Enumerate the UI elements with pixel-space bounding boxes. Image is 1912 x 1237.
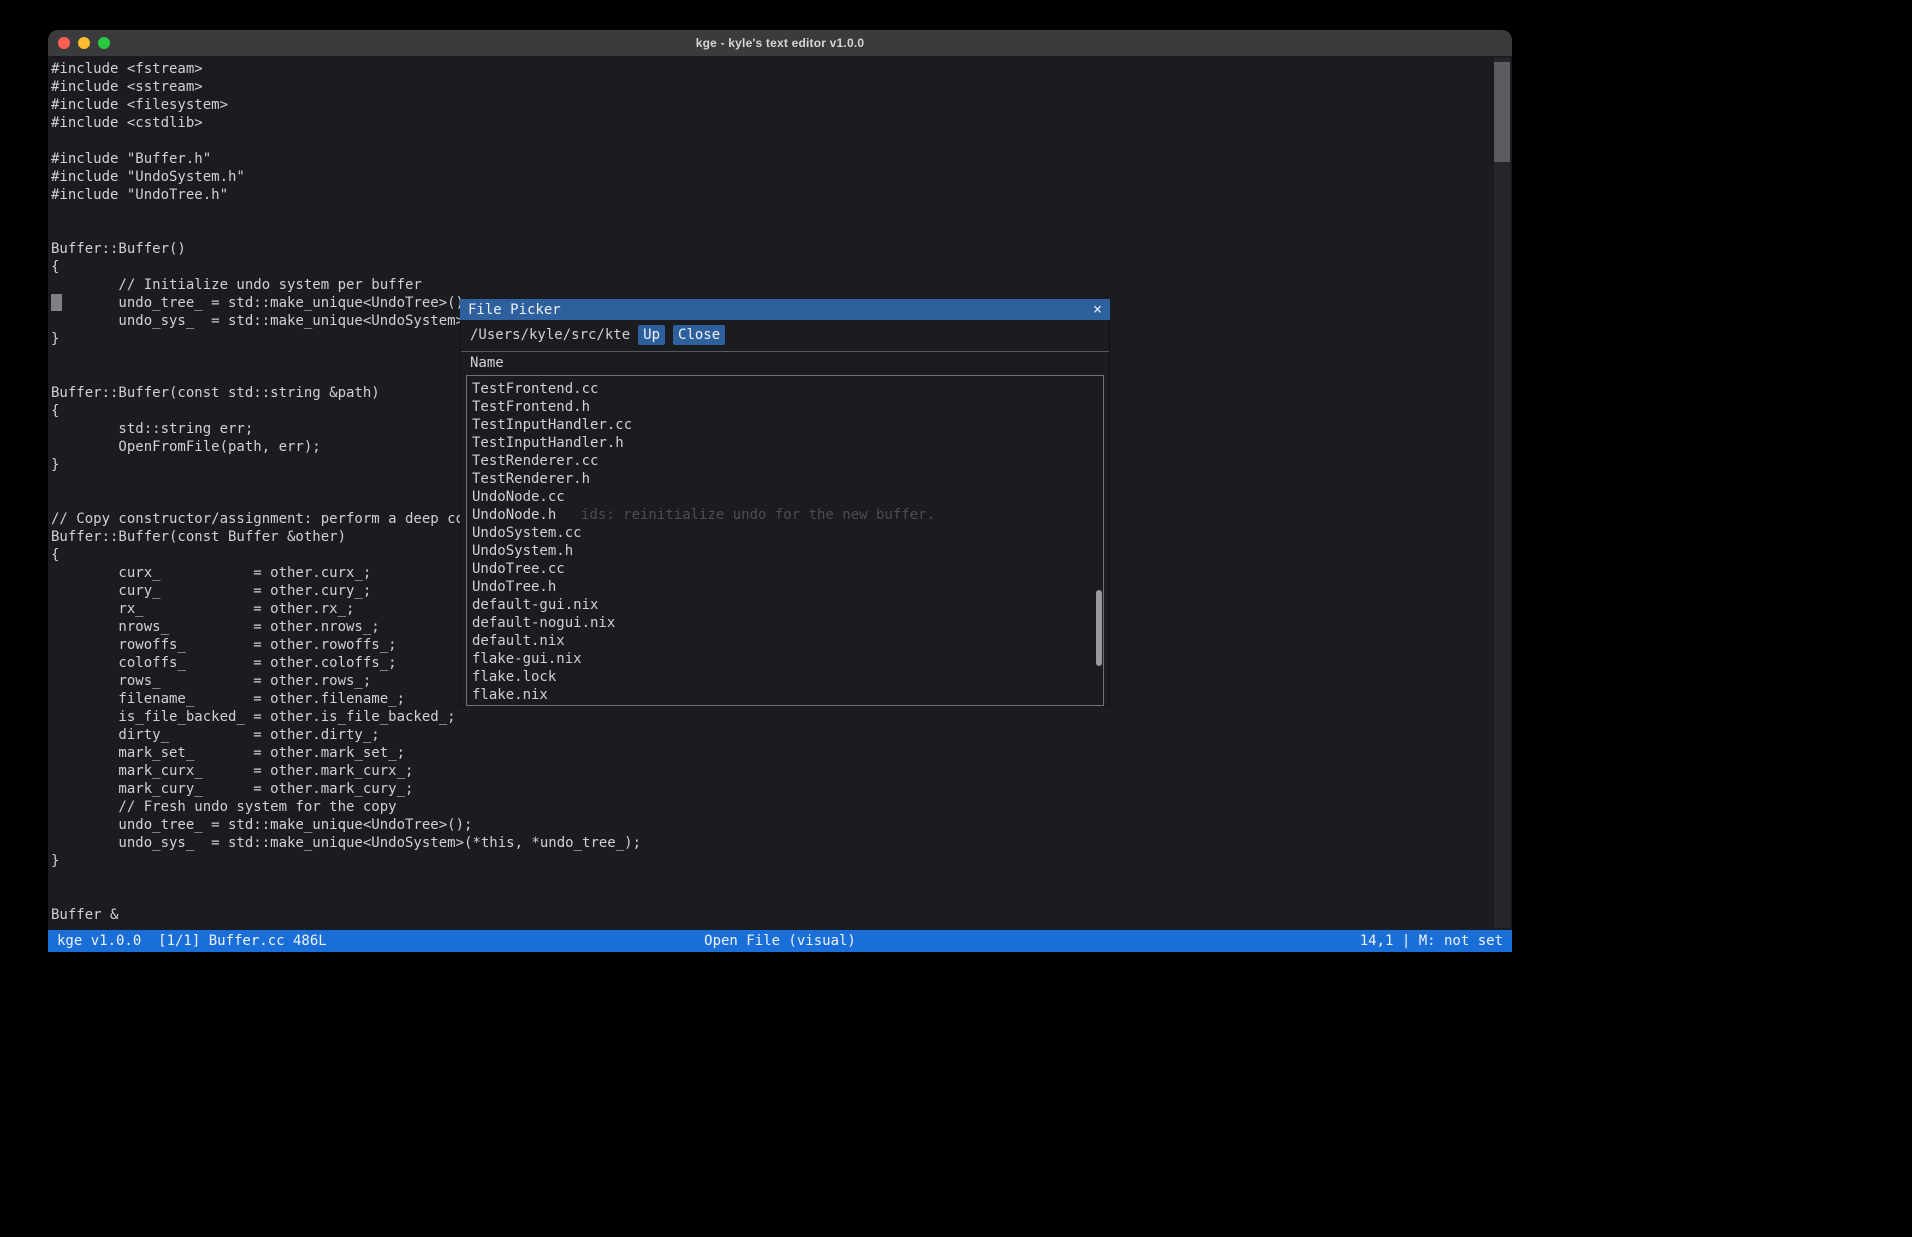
status-mode: Open File (visual) — [704, 933, 856, 949]
file-item[interactable]: TestInputHandler.h — [467, 434, 1103, 452]
dialog-close-icon[interactable]: × — [1093, 302, 1102, 317]
file-item[interactable]: UndoNode.cc — [467, 488, 1103, 506]
current-path: /Users/kyle/src/kte — [470, 327, 630, 343]
editor-window: kge - kyle's text editor v1.0.0 #include… — [48, 30, 1512, 952]
file-item[interactable]: UndoTree.h — [467, 578, 1103, 596]
close-window-button[interactable] — [58, 37, 70, 49]
file-item[interactable]: TestInputHandler.cc — [467, 416, 1103, 434]
file-picker-dialog: File Picker × /Users/kyle/src/kte Up Clo… — [460, 299, 1110, 706]
editor-scrollbar-thumb[interactable] — [1494, 62, 1510, 162]
window-titlebar[interactable]: kge - kyle's text editor v1.0.0 — [48, 30, 1512, 56]
file-item[interactable]: default-nogui.nix — [467, 614, 1103, 632]
file-item[interactable]: TestRenderer.cc — [467, 452, 1103, 470]
file-item[interactable]: UndoSystem.h — [467, 542, 1103, 560]
window-title: kge - kyle's text editor v1.0.0 — [696, 36, 864, 50]
editor-scrollbar[interactable] — [1494, 58, 1510, 928]
zoom-window-button[interactable] — [98, 37, 110, 49]
file-item[interactable]: UndoTree.cc — [467, 560, 1103, 578]
file-item[interactable]: TestRenderer.h — [467, 470, 1103, 488]
traffic-lights — [58, 37, 110, 49]
file-items: TestFrontend.ccTestFrontend.hTestInputHa… — [467, 380, 1103, 704]
editor-area[interactable]: #include <fstream> #include <sstream> #i… — [48, 56, 1512, 930]
file-list[interactable]: TestFrontend.ccTestFrontend.hTestInputHa… — [466, 375, 1104, 706]
file-item[interactable]: UndoNode.h — [467, 506, 1103, 524]
status-cursor-position: 14,1 | M: not set — [856, 933, 1503, 949]
file-picker-titlebar[interactable]: File Picker × — [460, 299, 1110, 320]
minimize-window-button[interactable] — [78, 37, 90, 49]
up-button[interactable]: Up — [638, 325, 665, 345]
file-item[interactable]: flake-gui.nix — [467, 650, 1103, 668]
close-button[interactable]: Close — [673, 325, 725, 345]
file-item[interactable]: default-gui.nix — [467, 596, 1103, 614]
file-item[interactable]: TestFrontend.h — [467, 398, 1103, 416]
file-item[interactable]: default.nix — [467, 632, 1103, 650]
file-list-scrollbar-thumb[interactable] — [1096, 590, 1102, 666]
column-header-name: Name — [461, 352, 1109, 375]
file-item[interactable]: TestFrontend.cc — [467, 380, 1103, 398]
file-item[interactable]: flake.lock — [467, 668, 1103, 686]
file-item[interactable]: UndoSystem.cc — [467, 524, 1103, 542]
status-bar: kge v1.0.0 [1/1] Buffer.cc 486L Open Fil… — [48, 930, 1512, 952]
file-item[interactable]: flake.nix — [467, 686, 1103, 704]
desktop: kge - kyle's text editor v1.0.0 #include… — [0, 0, 1912, 1237]
text-cursor — [51, 294, 62, 311]
path-row: /Users/kyle/src/kte Up Close — [461, 320, 1109, 352]
status-left: kge v1.0.0 [1/1] Buffer.cc 486L — [57, 933, 704, 949]
file-picker-title: File Picker — [468, 302, 561, 318]
